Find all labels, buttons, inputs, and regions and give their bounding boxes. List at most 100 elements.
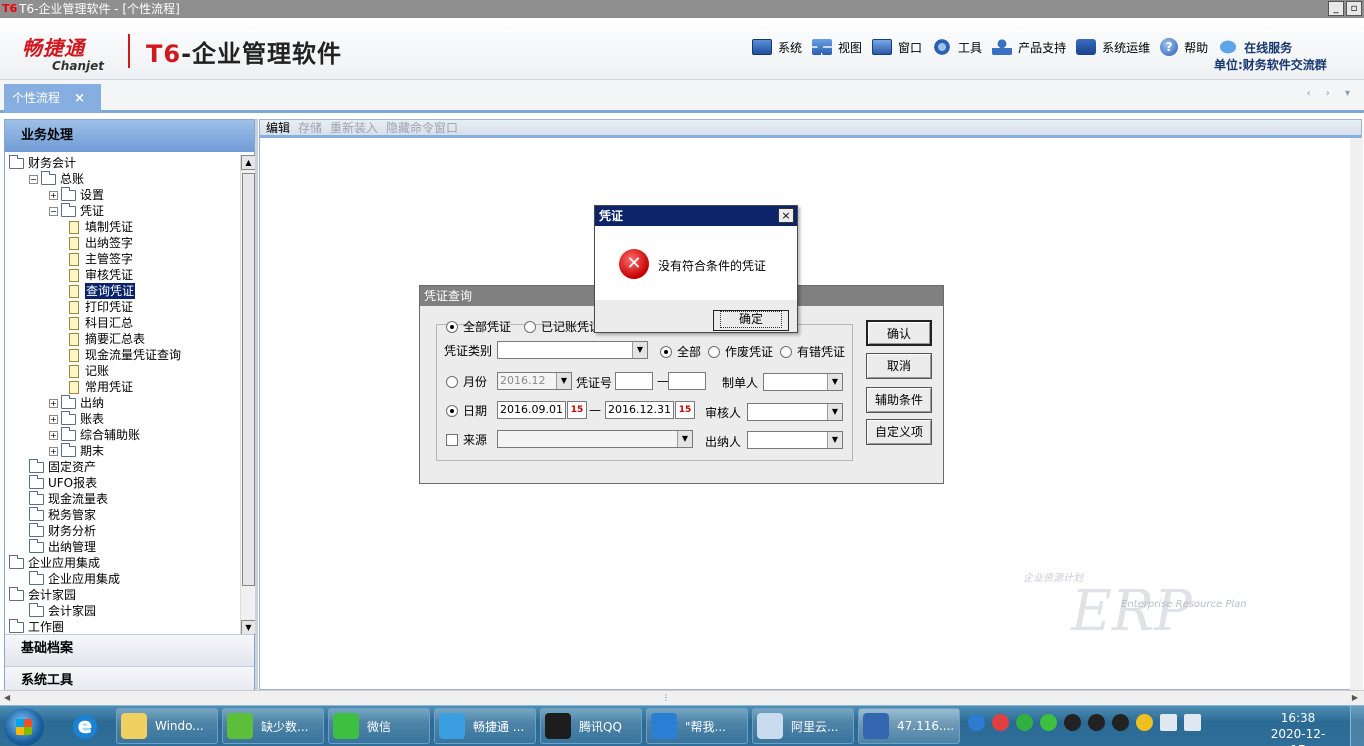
tree-item[interactable]: + 期末 [49,442,104,459]
tree-item[interactable]: + 账表 [49,410,104,427]
tree-item[interactable]: 摘要汇总表 [69,331,145,347]
tray-app-icon[interactable] [968,714,985,731]
taskbar-task-button[interactable]: 阿里云... [752,708,854,744]
tree-item[interactable]: 查询凭证 [69,283,136,299]
menu-online-service[interactable]: 在线服务 [1218,36,1292,58]
radio-error-vouchers[interactable]: 有错凭证 [780,343,845,360]
collapse-icon[interactable]: − [49,206,58,216]
voucher-no-from-input[interactable] [615,372,653,390]
date-from-input[interactable]: 2016.09.01 [497,401,566,419]
custom-items-button[interactable]: 自定义项 [866,419,932,445]
cashier-select[interactable]: ▼ [747,431,843,449]
expand-icon[interactable]: + [49,430,58,440]
qq-icon[interactable] [1064,714,1081,731]
taskbar-task-button[interactable]: Windo... [116,708,218,744]
horizontal-scrollbar[interactable]: ◀ ⋮ ▶ [0,690,1364,705]
volume-icon[interactable] [1184,714,1201,731]
menu-tools[interactable]: 工具 [932,36,982,58]
tree-item[interactable]: 现金流量凭证查询 [69,347,181,363]
tree-item[interactable]: 税务管家 [29,506,96,523]
close-icon[interactable]: × [778,208,794,223]
tab-scroll-buttons[interactable]: ‹ › ▾ [1307,88,1356,99]
wechat-icon[interactable] [1040,714,1057,731]
tree-item[interactable]: − 总账 [29,170,84,187]
network-icon[interactable] [1160,714,1177,731]
scroll-left-button[interactable]: ◀ [4,693,10,702]
tree-item[interactable]: 会计家园 [29,602,96,619]
tree-item[interactable]: 固定资产 [29,458,96,475]
tree-item[interactable]: − 凭证 [49,202,104,219]
tree-item[interactable]: 出纳管理 [29,538,96,555]
tree-item[interactable]: + 出纳 [49,394,104,411]
tree-item[interactable]: UFO报表 [29,474,97,491]
calendar-icon[interactable]: 15 [675,401,695,419]
panel-section-basic-archive[interactable]: 基础档案 [5,634,254,666]
radio-month[interactable]: 月份 [446,373,487,390]
tree-item[interactable]: 企业应用集成 [9,554,100,571]
tree-item[interactable]: 现金流量表 [29,490,108,507]
expand-icon[interactable]: + [49,446,58,456]
panel-splitter[interactable] [255,119,258,690]
tree-item[interactable]: 审核凭证 [69,267,133,283]
qq-icon[interactable] [1088,714,1105,731]
radio-void-vouchers[interactable]: 作废凭证 [708,343,773,360]
scroll-up-button[interactable]: ▲ [241,155,256,170]
tree-item[interactable]: 记账 [69,363,109,379]
tray-app-icon[interactable] [1016,714,1033,731]
reload-button[interactable]: 重新装入 [330,120,378,135]
tray-app-icon[interactable] [1136,714,1153,731]
tree-scrollbar[interactable]: ▲ ▼ [240,155,256,635]
show-desktop-button[interactable] [1350,706,1364,746]
tree-item[interactable]: 会计家园 [9,586,76,603]
internet-explorer-icon[interactable]: e [70,712,100,742]
cancel-button[interactable]: 取消 [866,353,932,379]
tray-app-icon[interactable] [992,714,1009,731]
tree-item[interactable]: 企业应用集成 [29,570,120,587]
panel-header-business[interactable]: 业务处理 [5,120,254,152]
voucher-type-select[interactable]: ▼ [497,341,648,359]
tree-item[interactable]: 常用凭证 [69,379,133,395]
auditor-select[interactable]: ▼ [747,403,843,421]
qq-icon[interactable] [1112,714,1129,731]
tree-item[interactable]: + 设置 [49,186,104,203]
work-area-scrollbar[interactable] [1350,138,1363,690]
save-button[interactable]: 存储 [298,120,322,135]
scroll-down-button[interactable]: ▼ [241,620,256,635]
maker-select[interactable]: ▼ [763,373,843,391]
tree-item[interactable]: + 综合辅助账 [49,426,140,443]
expand-icon[interactable]: + [49,398,58,408]
tree-item[interactable]: 主管签字 [69,251,133,267]
alert-ok-button[interactable]: 确定 [713,310,789,331]
hide-command-window-button[interactable]: 隐藏命令窗口 [386,120,458,135]
menu-help[interactable]: ? 帮助 [1160,36,1208,58]
radio-posted-vouchers[interactable]: 已记账凭证 [524,318,601,335]
taskbar-task-button[interactable]: 畅捷通 ... [434,708,536,744]
tree-item[interactable]: 财务会计 [9,155,76,171]
radio-all-vouchers[interactable]: 全部凭证 [446,318,511,335]
tree-item[interactable]: 科目汇总 [69,315,133,331]
tab-personal-flow[interactable]: 个性流程 × [4,84,101,113]
taskbar-task-button[interactable]: 47.116.... [858,708,960,744]
restore-button[interactable]: ▫ [1346,1,1362,16]
scroll-right-button[interactable]: ▶ [1352,693,1358,702]
taskbar-task-button[interactable]: 微信 [328,708,430,744]
close-icon[interactable]: × [74,84,85,113]
tree-item[interactable]: 打印凭证 [69,299,133,315]
tree-item[interactable]: 出纳签字 [69,235,133,251]
taskbar-task-button[interactable]: 缺少数... [222,708,324,744]
expand-icon[interactable]: + [49,414,58,424]
menu-support[interactable]: 产品支持 [992,36,1066,58]
clock[interactable]: 16:38 2020-12-17 [1266,710,1330,746]
tree-item[interactable]: 财务分析 [29,522,96,539]
tree-item[interactable]: 工作圈 [9,618,64,635]
source-select[interactable]: ▼ [497,430,693,448]
menu-system[interactable]: 系统 [752,36,802,58]
taskbar-task-button[interactable]: 腾讯QQ [540,708,642,744]
date-to-input[interactable]: 2016.12.31 [605,401,674,419]
month-select[interactable]: 2016.12 ▼ [497,372,572,390]
confirm-button[interactable]: 确认 [866,320,932,346]
menu-window[interactable]: 窗口 [872,36,922,58]
collapse-icon[interactable]: − [29,174,38,184]
tree-item[interactable]: 填制凭证 [69,219,133,235]
auxiliary-conditions-button[interactable]: 辅助条件 [866,387,932,413]
